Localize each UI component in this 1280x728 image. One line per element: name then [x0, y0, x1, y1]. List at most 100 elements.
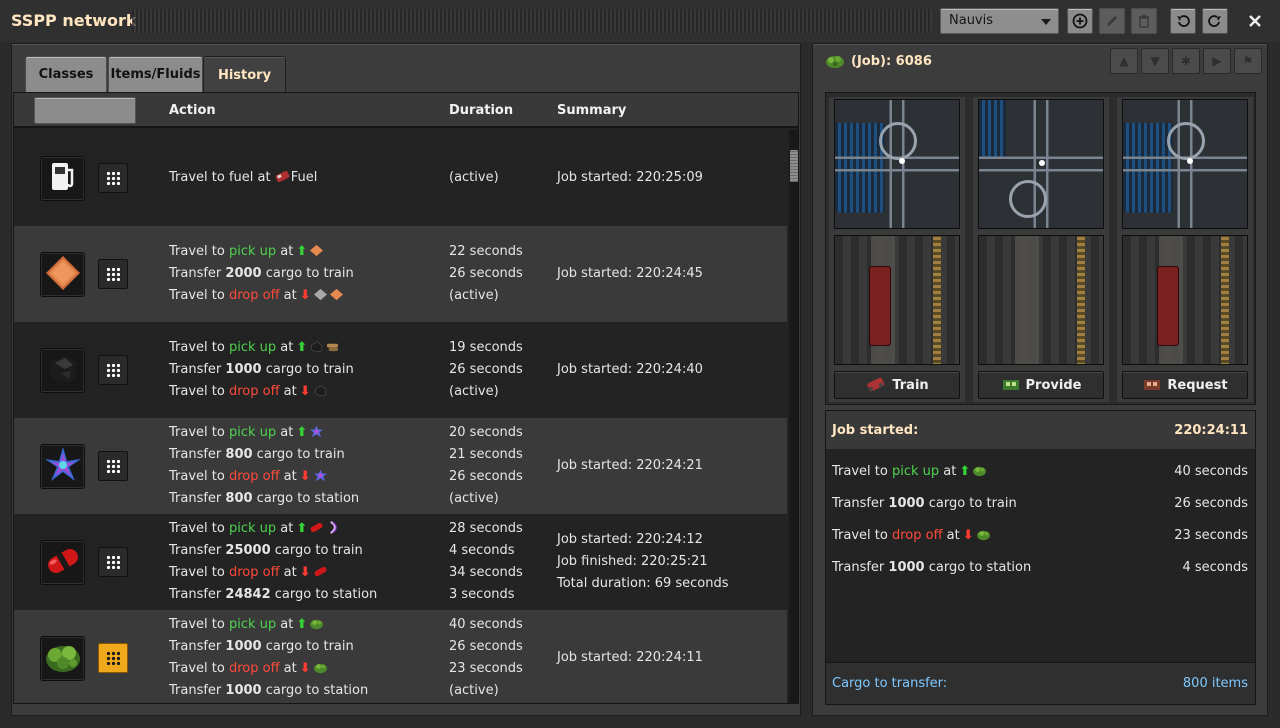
open-job-button[interactable] [98, 547, 128, 577]
cargo-amount: 1000 [888, 560, 925, 575]
action-line: Travel to pick up at ⬆ [169, 337, 354, 359]
window-title: SSPP network [11, 11, 137, 30]
job-item-slot[interactable] [40, 252, 85, 297]
open-job-button[interactable] [98, 163, 128, 193]
add-button[interactable] [1067, 8, 1093, 34]
cargo-amount: 2000 [225, 266, 262, 281]
job-step: Transfer 1000 cargo to train [832, 493, 1017, 515]
requester-station-icon [1144, 380, 1161, 390]
filter-input[interactable] [34, 97, 136, 124]
action-line: Travel to pick up at ⬆ [169, 422, 359, 444]
job-item-slot[interactable] [40, 636, 85, 681]
action-text: Transfer [169, 587, 226, 602]
duration-list: (active) [449, 167, 499, 189]
camera-map-request[interactable] [1122, 99, 1248, 229]
tab-items-fluids[interactable]: Items/Fluids [108, 56, 203, 92]
camera-column-train: Train [829, 97, 965, 402]
summary-value: Job started: 220:24:40 [557, 362, 703, 377]
table-row[interactable]: Travel to pick up at ⬆ Transfer 1000 cargo… [14, 322, 787, 418]
action-text: at [276, 244, 294, 259]
flag-button[interactable]: ⚑ [1234, 48, 1262, 74]
action-text: Transfer [832, 496, 889, 511]
action-line: Transfer 800 cargo to train [169, 444, 359, 466]
camera-view-train[interactable] [834, 235, 960, 365]
next-button[interactable]: ▶ [1203, 48, 1231, 74]
settings-button[interactable]: ✱ [1172, 48, 1200, 74]
action-verb: drop off [228, 288, 280, 303]
action-text: cargo to train [252, 447, 345, 462]
iron-icon [313, 288, 329, 303]
open-job-button[interactable] [98, 355, 128, 385]
close-button[interactable] [1242, 8, 1268, 34]
camera-map-train[interactable] [834, 99, 960, 229]
tab-classes[interactable]: Classes [25, 56, 107, 92]
job-item-slot[interactable] [40, 444, 85, 489]
arrow-down-icon: ⬇ [299, 384, 311, 399]
camera-provide-button[interactable]: Provide [978, 371, 1104, 399]
action-text: at [279, 288, 297, 303]
summary-list: Job started: 220:25:09 [557, 167, 703, 189]
action-text: Transfer [169, 362, 226, 377]
signal-marker [899, 158, 905, 164]
undo-button[interactable] [1170, 8, 1196, 34]
action-text: Travel to [169, 521, 229, 536]
camera-view-provide[interactable] [978, 235, 1104, 365]
action-text: Travel to [169, 565, 229, 580]
header-action: Action [169, 103, 216, 118]
drag-handle[interactable] [132, 9, 932, 33]
down-button[interactable]: ▼ [1141, 48, 1169, 74]
action-text: Transfer [832, 560, 889, 575]
table-row[interactable]: Travel to pick up at ⬆ Transfer 800 cargo … [14, 418, 787, 514]
signal-marker [1039, 160, 1045, 166]
summary-list: Job started: 220:24:12 Job finished: 220:… [557, 529, 729, 595]
action-text: Travel to [169, 288, 229, 303]
delete-button[interactable] [1131, 8, 1157, 34]
action-text: Travel to [169, 340, 229, 355]
duration-value: 23 seconds [449, 661, 523, 676]
table-row[interactable]: Travel to fuel at Fuel (active) Job starte… [14, 130, 787, 226]
job-started-row: Job started: 220:24:11 [826, 411, 1255, 449]
table-row[interactable]: Travel to pick up at ⬆ Transfer 25000 carg… [14, 514, 787, 610]
action-text: cargo to station [924, 560, 1032, 575]
action-list: Travel to pick up at ⬆ Transfer 1000 cargo… [169, 614, 368, 702]
table-row[interactable]: Travel to pick up at ⬆ Transfer 1000 cargo… [14, 610, 787, 703]
moss-icon [826, 56, 844, 68]
action-line: Transfer 25000 cargo to train [169, 540, 377, 562]
action-text: at [279, 565, 297, 580]
action-line: Travel to pick up at ⬆ [832, 461, 988, 483]
camera-train-button[interactable]: Train [834, 371, 960, 399]
duration-value: 26 seconds [449, 266, 523, 281]
cargo-amount: 800 [225, 447, 253, 462]
open-job-button[interactable] [98, 259, 128, 289]
history-table: Action Duration Summary Travel to fuel a… [13, 92, 799, 704]
surface-dropdown[interactable]: Nauvis [940, 8, 1059, 34]
edit-icon [1107, 16, 1117, 26]
camera-map-provide[interactable] [978, 99, 1104, 229]
camera-request-button[interactable]: Request [1122, 371, 1248, 399]
summary-list: Job started: 220:24:45 [557, 263, 703, 285]
fuel-train-icon [275, 170, 291, 185]
summary-list: Job started: 220:24:11 [557, 647, 703, 669]
action-line: Transfer 1000 cargo to station [169, 680, 368, 702]
action-text: Transfer [169, 683, 226, 698]
redo-button[interactable] [1202, 8, 1228, 34]
open-job-button[interactable] [98, 643, 128, 673]
edit-button[interactable] [1099, 8, 1125, 34]
action-line: Travel to drop off at ⬇ [169, 658, 368, 680]
duration-list: 20 seconds 21 seconds 26 seconds (active) [449, 422, 523, 510]
camera-view-request[interactable] [1122, 235, 1248, 365]
action-list: Travel to pick up at ⬆ Transfer 800 cargo … [169, 422, 359, 510]
tab-history[interactable]: History [203, 56, 286, 93]
action-text: Travel to [832, 464, 892, 479]
job-step-duration: 40 seconds [1174, 464, 1248, 479]
job-item-slot[interactable] [40, 156, 85, 201]
title-bar[interactable]: SSPP network Nauvis [0, 0, 1280, 42]
open-job-button[interactable] [98, 451, 128, 481]
up-button[interactable]: ▲ [1110, 48, 1138, 74]
job-item-slot[interactable] [40, 540, 85, 585]
cargo-row: Cargo to transfer: 800 items [826, 662, 1255, 704]
scrollbar-thumb[interactable] [790, 150, 798, 182]
job-item-slot[interactable] [40, 348, 85, 393]
table-row[interactable]: Travel to pick up at ⬆ Transfer 2000 cargo… [14, 226, 787, 322]
scrollbar[interactable] [789, 130, 798, 703]
